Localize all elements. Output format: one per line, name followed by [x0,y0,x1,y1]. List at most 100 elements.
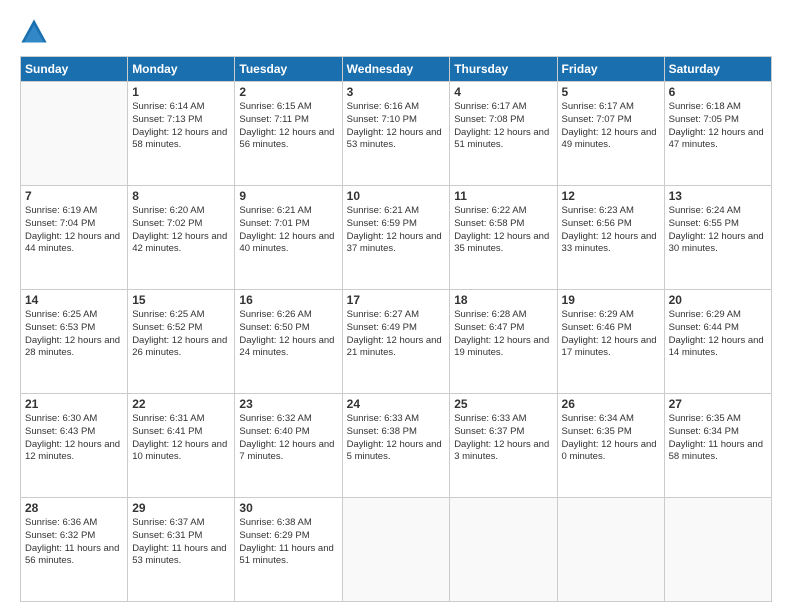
weekday-header-wednesday: Wednesday [342,57,450,82]
calendar-day-cell: 11 Sunrise: 6:22 AM Sunset: 6:58 PM Dayli… [450,186,557,290]
day-number: 21 [25,397,123,411]
calendar-day-cell [664,498,771,602]
day-number: 9 [239,189,337,203]
day-detail: Sunrise: 6:21 AM Sunset: 6:59 PM Dayligh… [347,205,446,256]
day-number: 12 [562,189,660,203]
calendar-day-cell: 5 Sunrise: 6:17 AM Sunset: 7:07 PM Daylig… [557,82,664,186]
page-header [20,18,772,46]
calendar-day-cell [557,498,664,602]
weekday-header-thursday: Thursday [450,57,557,82]
day-detail: Sunrise: 6:31 AM Sunset: 6:41 PM Dayligh… [132,413,230,464]
day-number: 15 [132,293,230,307]
day-number: 29 [132,501,230,515]
calendar-day-cell: 3Sunrise: 6:16 AM Sunset: 7:10 PM Daylig… [342,82,450,186]
calendar-week-row: 21 Sunrise: 6:30 AM Sunset: 6:43 PM Dayli… [21,394,772,498]
day-detail: Sunrise: 6:14 AM Sunset: 7:13 PM Dayligh… [132,101,230,152]
calendar-day-cell: 24Sunrise: 6:33 AM Sunset: 6:38 PM Dayli… [342,394,450,498]
calendar-table: SundayMondayTuesdayWednesdayThursdayFrid… [20,56,772,602]
day-detail: Sunrise: 6:19 AM Sunset: 7:04 PM Dayligh… [25,205,123,256]
day-number: 13 [669,189,767,203]
day-detail: Sunrise: 6:36 AM Sunset: 6:32 PM Dayligh… [25,517,123,568]
day-detail: Sunrise: 6:17 AM Sunset: 7:07 PM Dayligh… [562,101,660,152]
day-detail: Sunrise: 6:18 AM Sunset: 7:05 PM Dayligh… [669,101,767,152]
day-detail: Sunrise: 6:35 AM Sunset: 6:34 PM Dayligh… [669,413,767,464]
day-number: 24 [347,397,446,411]
day-number: 5 [562,85,660,99]
day-detail: Sunrise: 6:25 AM Sunset: 6:52 PM Dayligh… [132,309,230,360]
calendar-day-cell: 6 Sunrise: 6:18 AM Sunset: 7:05 PM Daylig… [664,82,771,186]
weekday-header-tuesday: Tuesday [235,57,342,82]
day-detail: Sunrise: 6:24 AM Sunset: 6:55 PM Dayligh… [669,205,767,256]
calendar-day-cell [21,82,128,186]
calendar-day-cell: 18 Sunrise: 6:28 AM Sunset: 6:47 PM Dayli… [450,290,557,394]
calendar-week-row: 28Sunrise: 6:36 AM Sunset: 6:32 PM Dayli… [21,498,772,602]
calendar-week-row: 7 Sunrise: 6:19 AM Sunset: 7:04 PM Daylig… [21,186,772,290]
day-number: 3 [347,85,446,99]
day-number: 27 [669,397,767,411]
day-number: 14 [25,293,123,307]
calendar-day-cell: 13 Sunrise: 6:24 AM Sunset: 6:55 PM Dayli… [664,186,771,290]
calendar-day-cell: 17 Sunrise: 6:27 AM Sunset: 6:49 PM Dayli… [342,290,450,394]
day-detail: Sunrise: 6:30 AM Sunset: 6:43 PM Dayligh… [25,413,123,464]
day-number: 4 [454,85,552,99]
day-detail: Sunrise: 6:28 AM Sunset: 6:47 PM Dayligh… [454,309,552,360]
day-number: 1 [132,85,230,99]
calendar-day-cell: 30 Sunrise: 6:38 AM Sunset: 6:29 PM Dayli… [235,498,342,602]
day-detail: Sunrise: 6:20 AM Sunset: 7:02 PM Dayligh… [132,205,230,256]
logo-icon [20,18,48,46]
day-number: 2 [239,85,337,99]
calendar-day-cell: 10 Sunrise: 6:21 AM Sunset: 6:59 PM Dayli… [342,186,450,290]
calendar-day-cell: 25Sunrise: 6:33 AM Sunset: 6:37 PM Dayli… [450,394,557,498]
day-number: 6 [669,85,767,99]
calendar-header-row: SundayMondayTuesdayWednesdayThursdayFrid… [21,57,772,82]
calendar-day-cell: 20Sunrise: 6:29 AM Sunset: 6:44 PM Dayli… [664,290,771,394]
weekday-header-monday: Monday [128,57,235,82]
day-number: 23 [239,397,337,411]
calendar-day-cell [342,498,450,602]
day-detail: Sunrise: 6:29 AM Sunset: 6:46 PM Dayligh… [562,309,660,360]
calendar-day-cell: 28Sunrise: 6:36 AM Sunset: 6:32 PM Dayli… [21,498,128,602]
day-detail: Sunrise: 6:17 AM Sunset: 7:08 PM Dayligh… [454,101,552,152]
day-number: 17 [347,293,446,307]
calendar-day-cell: 2 Sunrise: 6:15 AM Sunset: 7:11 PM Daylig… [235,82,342,186]
day-number: 26 [562,397,660,411]
weekday-header-friday: Friday [557,57,664,82]
day-detail: Sunrise: 6:21 AM Sunset: 7:01 PM Dayligh… [239,205,337,256]
calendar-day-cell [450,498,557,602]
day-detail: Sunrise: 6:15 AM Sunset: 7:11 PM Dayligh… [239,101,337,152]
day-detail: Sunrise: 6:37 AM Sunset: 6:31 PM Dayligh… [132,517,230,568]
calendar-day-cell: 15 Sunrise: 6:25 AM Sunset: 6:52 PM Dayli… [128,290,235,394]
day-detail: Sunrise: 6:38 AM Sunset: 6:29 PM Dayligh… [239,517,337,568]
day-number: 18 [454,293,552,307]
calendar-day-cell: 8 Sunrise: 6:20 AM Sunset: 7:02 PM Daylig… [128,186,235,290]
calendar-day-cell: 12 Sunrise: 6:23 AM Sunset: 6:56 PM Dayli… [557,186,664,290]
calendar-day-cell: 19Sunrise: 6:29 AM Sunset: 6:46 PM Dayli… [557,290,664,394]
day-detail: Sunrise: 6:34 AM Sunset: 6:35 PM Dayligh… [562,413,660,464]
day-number: 22 [132,397,230,411]
calendar-day-cell: 26 Sunrise: 6:34 AM Sunset: 6:35 PM Dayli… [557,394,664,498]
day-detail: Sunrise: 6:26 AM Sunset: 6:50 PM Dayligh… [239,309,337,360]
weekday-header-saturday: Saturday [664,57,771,82]
calendar-day-cell: 22 Sunrise: 6:31 AM Sunset: 6:41 PM Dayli… [128,394,235,498]
weekday-header-sunday: Sunday [21,57,128,82]
calendar-day-cell: 4 Sunrise: 6:17 AM Sunset: 7:08 PM Daylig… [450,82,557,186]
day-detail: Sunrise: 6:22 AM Sunset: 6:58 PM Dayligh… [454,205,552,256]
calendar-day-cell: 9 Sunrise: 6:21 AM Sunset: 7:01 PM Daylig… [235,186,342,290]
day-number: 11 [454,189,552,203]
day-number: 10 [347,189,446,203]
calendar-day-cell: 14 Sunrise: 6:25 AM Sunset: 6:53 PM Dayli… [21,290,128,394]
day-number: 7 [25,189,123,203]
calendar-day-cell: 23Sunrise: 6:32 AM Sunset: 6:40 PM Dayli… [235,394,342,498]
day-number: 8 [132,189,230,203]
day-number: 30 [239,501,337,515]
logo [20,18,52,46]
day-detail: Sunrise: 6:25 AM Sunset: 6:53 PM Dayligh… [25,309,123,360]
calendar-day-cell: 21 Sunrise: 6:30 AM Sunset: 6:43 PM Dayli… [21,394,128,498]
calendar-day-cell: 1 Sunrise: 6:14 AM Sunset: 7:13 PM Daylig… [128,82,235,186]
calendar-day-cell: 27 Sunrise: 6:35 AM Sunset: 6:34 PM Dayli… [664,394,771,498]
calendar-week-row: 1 Sunrise: 6:14 AM Sunset: 7:13 PM Daylig… [21,82,772,186]
calendar-week-row: 14 Sunrise: 6:25 AM Sunset: 6:53 PM Dayli… [21,290,772,394]
calendar-day-cell: 16Sunrise: 6:26 AM Sunset: 6:50 PM Dayli… [235,290,342,394]
day-detail: Sunrise: 6:23 AM Sunset: 6:56 PM Dayligh… [562,205,660,256]
day-detail: Sunrise: 6:27 AM Sunset: 6:49 PM Dayligh… [347,309,446,360]
